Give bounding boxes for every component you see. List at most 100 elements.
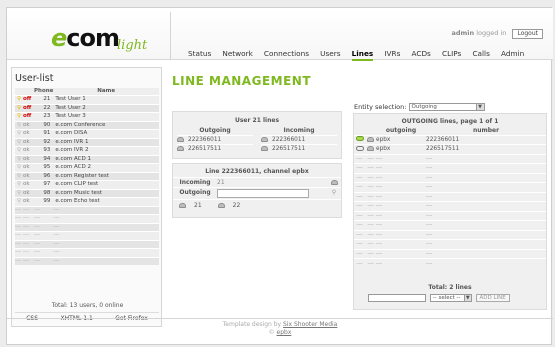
logo[interactable]: ecomlight [51,24,149,54]
incoming-value: 21 [217,178,225,186]
empty-row: --- --- --- --- [354,163,546,173]
user-row[interactable]: ♀ off 23 Test User 3 [15,112,159,121]
six-shooter-link[interactable]: Six Shooter Media [283,321,337,328]
toggle-icon[interactable] [354,134,365,145]
entity-dropdown[interactable]: Outgoing ▼ [408,103,485,111]
user-phone: 92 [34,137,54,147]
user-name: e.com IVR 2 [53,146,159,155]
incoming-line-item[interactable]: 222366011 [261,135,337,144]
user-row[interactable]: ♀ ok 90 e.com Conference [15,120,159,130]
outgoing-line-row[interactable]: epbx 222366011 [354,134,546,145]
empty-row: --- --- --- --- [15,248,159,257]
user-lines-panel: User 21 lines Outgoing 222366011 2265175… [172,111,342,159]
user-name: e.com DISA [53,129,159,138]
assigned-users: 21 22 [173,199,341,210]
nav-status[interactable]: Status [188,49,211,58]
outgoing-line-item[interactable]: 226517511 [177,144,253,153]
empty-row: --- --- --- --- [354,210,546,221]
user-row[interactable]: ♀ ok 99 e.com Echo test [15,197,159,206]
user-row[interactable]: ♀ off 22 Test User 2 [15,103,159,113]
empty-row: --- --- --- --- [354,220,546,230]
outgoing-line-row[interactable]: epbx 226517511 [354,144,546,154]
line-name: epbx [376,144,426,154]
user-phone: 98 [34,188,54,198]
user-phone: 97 [34,180,54,189]
bulb-icon: ♀ [15,120,23,130]
user-row[interactable]: ♀ ok 91 e.com DISA [15,129,159,138]
outgoing-line-item[interactable]: 222366011 [177,135,253,144]
empty-row: --- --- --- --- [15,231,159,240]
nav-network[interactable]: Network [222,49,252,58]
outgoing-input[interactable] [217,188,309,198]
empty-row: --- --- --- --- [354,153,546,164]
pin-icon[interactable]: ⚲ [327,188,341,198]
user-status: ok [23,163,34,172]
nav-lines[interactable]: Lines [351,49,374,61]
logout-button[interactable]: Logout [512,29,543,39]
incoming-column: Incoming 222366011 226517511 [257,127,341,153]
incoming-header: Incoming [283,127,315,134]
user-chip[interactable]: 21 [179,202,210,209]
new-line-input[interactable] [368,294,426,302]
phone-icon [261,137,268,142]
bulb-icon: ♀ [15,146,23,155]
nav-acds[interactable]: ACDs [411,49,430,58]
user-phone: 90 [34,120,54,130]
add-line-button[interactable]: ADD LINE [475,294,510,302]
nav-calls[interactable]: Calls [472,49,489,58]
line-number: 222366011 [426,134,546,145]
line-name: epbx [376,134,426,145]
user-name: e.com Register test [53,171,159,181]
user-table: Phone Name ♀ off 21 Test User 1 ♀ off 22 Test U… [15,88,159,265]
user-row[interactable]: ♀ off 21 Test User 1 [15,95,159,104]
user-phone: 95 [34,163,54,172]
incoming-line-item[interactable]: 226517511 [261,144,337,153]
empty-row: --- --- --- --- [354,248,546,259]
nav-clips[interactable]: CLIPs [442,49,461,58]
user-phone: 99 [34,197,54,206]
new-line-select[interactable]: -- select -- ▼ [429,294,472,302]
nav-ivrs[interactable]: IVRs [384,49,400,58]
user-row[interactable]: ♀ ok 95 e.com ACD 2 [15,163,159,172]
user-status: ok [23,146,34,155]
epbx-link[interactable]: epbx [277,329,292,336]
outgoing-header: Outgoing [199,127,231,134]
empty-row: --- --- --- --- [15,256,159,265]
phone-icon [365,134,376,145]
user-chip[interactable]: 22 [217,202,249,209]
user-status: off [23,112,34,121]
user-status: ok [23,197,34,206]
nav-admin[interactable]: Admin [501,49,524,58]
user-total: Total: 13 users, 0 online [51,302,124,309]
nav-connections[interactable]: Connections [264,49,309,58]
logo-e: e [51,24,67,52]
phone-icon [261,146,268,151]
login-status: admin logged in Logout [451,29,543,39]
header-separator [170,12,171,60]
empty-row: --- --- --- --- [15,222,159,232]
bulb-icon: ♀ [15,188,23,198]
user-name: Test User 1 [53,95,159,104]
user-phone: 94 [34,154,54,164]
user-phone: 96 [34,171,54,181]
user-name: Test User 2 [53,103,159,113]
lines-total: Total: 2 lines [428,284,472,291]
user-status: ok [23,171,34,181]
user-name: e.com Echo test [53,197,159,206]
col-name: Name [97,88,116,94]
user-row[interactable]: ♀ ok 94 e.com ACD 1 [15,154,159,164]
outgoing-lines-table: outgoing number epbx 222366011 epbx 2265175… [354,127,546,268]
footer: Template design by Six Shooter Media © e… [222,321,338,336]
user-status: ok [23,120,34,130]
user-row[interactable]: ♀ ok 96 e.com Register test [15,171,159,181]
phone-icon[interactable] [327,178,341,188]
user-row[interactable]: ♀ ok 98 e.com Music test [15,188,159,198]
user-row[interactable]: ♀ ok 92 e.com IVR 1 [15,137,159,147]
toggle-icon[interactable] [354,144,365,154]
user-row[interactable]: ♀ ok 93 e.com IVR 2 [15,146,159,155]
user-lines-title: User 21 lines [234,117,280,124]
nav-users[interactable]: Users [320,49,340,58]
entity-label: Entity selection: [354,103,407,111]
add-line-controls: -- select -- ▼ ADD LINE [368,294,510,302]
user-row[interactable]: ♀ ok 97 e.com CLIP test [15,180,159,189]
